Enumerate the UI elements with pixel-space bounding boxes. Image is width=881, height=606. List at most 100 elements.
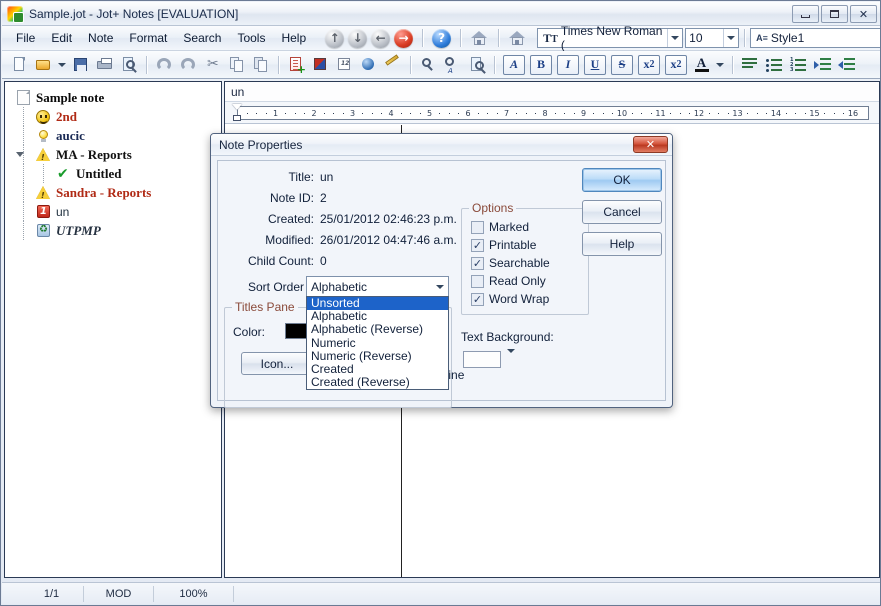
tree-item-aucic[interactable]: aucic (11, 126, 217, 145)
checkbox-printable[interactable]: ✓ Printable (471, 236, 536, 254)
text-background-swatch[interactable] (463, 351, 501, 368)
tree-item-utpmp[interactable]: UTPMP (11, 221, 217, 240)
underline-icon[interactable]: U (582, 53, 608, 76)
find-replace-icon[interactable] (441, 53, 464, 76)
ruler[interactable]: 1 2 3 4 5 6 7 8 9 10 11 12 13 14 15 16 (225, 102, 879, 124)
paragraph-icon[interactable] (739, 53, 762, 76)
tree-item-sample-note[interactable]: Sample note (11, 88, 217, 107)
bold-icon[interactable]: B (528, 53, 554, 76)
checkbox-read-only[interactable]: Read Only (471, 272, 546, 290)
minimize-button[interactable] (792, 5, 819, 23)
menu-file[interactable]: File (8, 28, 43, 48)
chevron-down-icon[interactable] (15, 150, 24, 159)
cut-icon[interactable]: ✂ (201, 53, 224, 76)
menu-edit[interactable]: Edit (43, 28, 80, 48)
sort-order-option[interactable]: Created (Reverse) (307, 376, 448, 389)
ruler-dot (573, 113, 575, 114)
ok-button[interactable]: OK (582, 168, 662, 192)
maximize-button[interactable] (821, 5, 848, 23)
sort-order-combo[interactable]: Alphabetic (306, 276, 449, 297)
menu-tools[interactable]: Tools (229, 28, 273, 48)
copy-icon[interactable] (225, 53, 248, 76)
save-icon[interactable] (69, 53, 92, 76)
font-icon: TT (543, 30, 558, 45)
font-color-icon[interactable]: A (690, 53, 713, 76)
dialog-close-button[interactable]: ✕ (633, 136, 668, 153)
style-combo[interactable]: A≡ Style1 (750, 28, 880, 48)
print-preview-icon[interactable] (117, 53, 140, 76)
home-alt-icon[interactable] (508, 29, 527, 47)
help-icon[interactable]: ? (432, 28, 452, 48)
titles-pane-color-swatch[interactable] (285, 323, 307, 339)
find-next-icon[interactable] (465, 53, 488, 76)
help-button[interactable]: Help (582, 232, 662, 256)
ruler-tick: 11 (655, 108, 666, 118)
highlight-icon[interactable] (381, 53, 404, 76)
new-note-icon[interactable]: + (285, 53, 308, 76)
sort-order-option[interactable]: Numeric (307, 336, 448, 350)
font-color-dropdown-icon[interactable] (714, 53, 726, 76)
tree-item-ma-reports[interactable]: MA - Reports (11, 145, 217, 164)
note-title-field[interactable]: un (225, 82, 879, 102)
tree-item-un[interactable]: 1 un (11, 202, 217, 221)
menu-search[interactable]: Search (175, 28, 229, 48)
chevron-down-icon[interactable] (723, 29, 738, 47)
font-size-combo[interactable]: 10 (685, 28, 740, 48)
left-indent-marker[interactable] (233, 115, 241, 121)
strikethrough-icon[interactable]: S (609, 53, 635, 76)
checkbox-searchable[interactable]: ✓ Searchable (471, 254, 550, 272)
tree-item-untitled[interactable]: ✔ Untitled (11, 164, 217, 183)
chevron-down-icon[interactable] (507, 348, 515, 367)
notes-tree-pane[interactable]: Sample note 2nd aucic MA - Reports (4, 81, 222, 578)
numbered-list-icon[interactable]: 1 2 3 (787, 53, 810, 76)
cancel-button[interactable]: Cancel (582, 200, 662, 224)
redo-icon[interactable] (177, 53, 200, 76)
ruler-dot (487, 113, 489, 114)
menu-format[interactable]: Format (121, 28, 175, 48)
text-background-picker[interactable] (463, 348, 515, 368)
arrow-down-icon[interactable]: ↓ (348, 28, 368, 48)
date-note-icon[interactable]: 12 (333, 53, 356, 76)
checkbox-word-wrap[interactable]: ✓ Word Wrap (471, 290, 549, 308)
close-button[interactable]: ✕ (850, 5, 877, 23)
ruler-dot (602, 113, 604, 114)
menu-note[interactable]: Note (80, 28, 121, 48)
ruler-dot (371, 113, 373, 114)
italic-icon[interactable]: I (555, 53, 581, 76)
arrow-up-icon[interactable]: ↑ (325, 28, 345, 48)
new-icon[interactable] (8, 53, 31, 76)
checkbox-marked[interactable]: Marked (471, 218, 529, 236)
bullet-list-icon[interactable] (763, 53, 786, 76)
font-name-combo[interactable]: TT Times New Roman ( (537, 24, 684, 52)
sort-order-dropdown[interactable]: Unsorted Alphabetic Alphabetic (Reverse) Nu… (306, 296, 449, 391)
menu-help[interactable]: Help (273, 28, 314, 48)
chevron-down-icon[interactable] (667, 29, 682, 47)
sort-order-option[interactable]: Numeric (Reverse) (307, 349, 448, 363)
arrow-forward-icon[interactable]: → (394, 28, 414, 48)
open-icon[interactable] (32, 53, 55, 76)
superscript-icon[interactable]: x2 (636, 53, 662, 76)
note-book-icon[interactable] (309, 53, 332, 76)
first-line-indent-marker[interactable] (232, 104, 242, 110)
navigation-toolbar: ↑ ↓ ← → ? (325, 26, 527, 50)
font-icon[interactable]: A (501, 53, 527, 76)
find-icon[interactable] (417, 53, 440, 76)
subscript-icon[interactable]: x2 (663, 53, 689, 76)
chevron-down-icon[interactable] (431, 284, 448, 289)
web-note-icon[interactable] (357, 53, 380, 76)
value-title: un (320, 170, 334, 184)
arrow-back-icon[interactable]: ← (371, 28, 391, 48)
tree-item-sandra-reports[interactable]: Sandra - Reports (11, 183, 217, 202)
ruler-dot (256, 113, 258, 114)
ruler-tick: 15 (809, 108, 820, 118)
sort-order-option[interactable]: Alphabetic (Reverse) (307, 323, 448, 336)
undo-icon[interactable] (153, 53, 176, 76)
indent-increase-icon[interactable] (811, 53, 834, 76)
print-icon[interactable] (93, 53, 116, 76)
paste-icon[interactable] (249, 53, 272, 76)
icon-button[interactable]: Icon... (241, 352, 313, 375)
open-dropdown-icon[interactable] (56, 53, 68, 76)
tree-item-2nd[interactable]: 2nd (11, 107, 217, 126)
indent-decrease-icon[interactable] (835, 53, 858, 76)
home-icon[interactable] (470, 29, 489, 47)
